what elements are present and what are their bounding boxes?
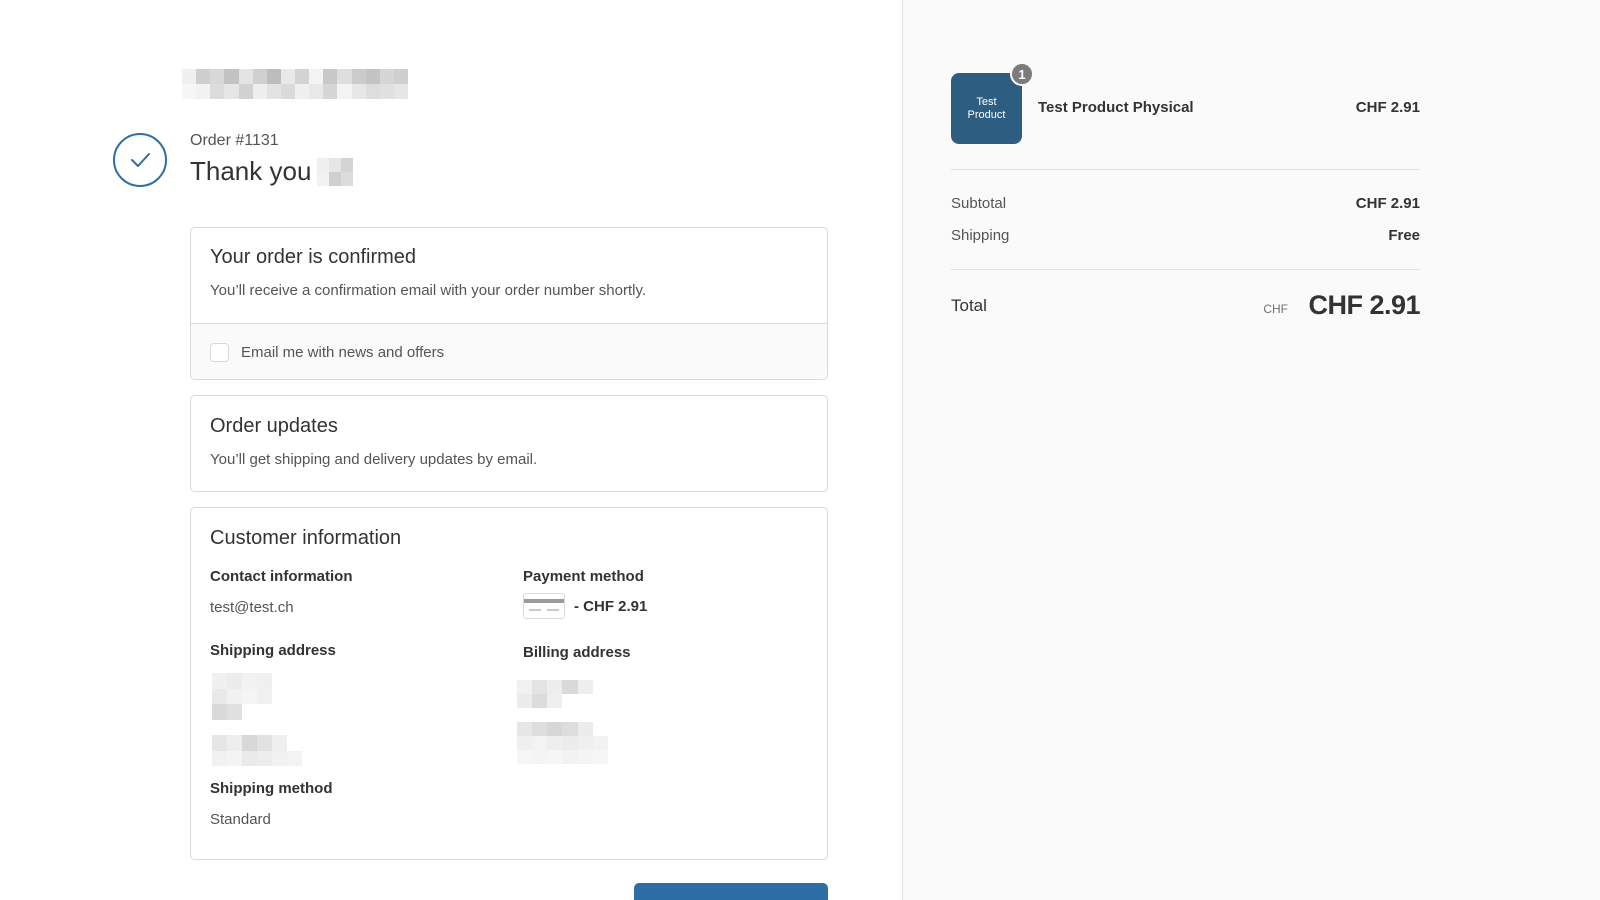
shipping-value: Free bbox=[1388, 227, 1420, 244]
billing-address-label: Billing address bbox=[523, 644, 631, 661]
product-price: CHF 2.91 bbox=[1355, 99, 1420, 116]
customer-information-title: Customer information bbox=[210, 527, 402, 549]
newsletter-checkbox[interactable] bbox=[210, 342, 229, 362]
order-number: Order #1131 bbox=[190, 132, 279, 149]
contact-email: test@test.ch bbox=[210, 599, 294, 616]
payment-amount: - CHF 2.91 bbox=[574, 597, 648, 615]
billing-address-redacted bbox=[517, 680, 623, 764]
shipping-address-redacted bbox=[212, 673, 302, 766]
thank-you-text: Thank you bbox=[190, 156, 312, 186]
main-content: Order #1131 Thank you Your order is conf… bbox=[0, 0, 902, 900]
total-divider bbox=[951, 269, 1420, 270]
order-updates-text: You’ll get shipping and delivery updates… bbox=[210, 451, 538, 468]
contact-information-label: Contact information bbox=[210, 568, 353, 585]
shipping-label: Shipping bbox=[951, 227, 1010, 244]
store-logo[interactable] bbox=[182, 69, 408, 99]
order-updates-title: Order updates bbox=[210, 415, 338, 437]
subtotal-value: CHF 2.91 bbox=[1355, 195, 1420, 212]
summary-divider bbox=[951, 169, 1420, 170]
product-name: Test Product Physical bbox=[1038, 99, 1194, 116]
checkmark-circle-icon bbox=[113, 133, 167, 187]
customer-name-redacted bbox=[317, 157, 354, 186]
total-value: CHF 2.91 bbox=[1308, 290, 1420, 320]
subtotal-label: Subtotal bbox=[951, 195, 1007, 212]
product-thumbnail: Test Product bbox=[951, 73, 1022, 144]
order-confirmed-title: Your order is confirmed bbox=[210, 246, 417, 268]
payment-method-label: Payment method bbox=[523, 568, 644, 585]
product-thumbnail-text: Test Product bbox=[967, 95, 1006, 121]
shipping-address-label: Shipping address bbox=[210, 642, 336, 659]
continue-shopping-button[interactable] bbox=[634, 883, 828, 900]
customer-information-card: Customer information Contact information… bbox=[190, 507, 828, 860]
shipping-method-value: Standard bbox=[210, 811, 271, 828]
newsletter-label[interactable]: Email me with news and offers bbox=[241, 344, 444, 361]
newsletter-row[interactable]: Email me with news and offers bbox=[191, 323, 827, 379]
order-updates-card: Order updates You’ll get shipping and de… bbox=[190, 395, 828, 492]
total-currency: CHF bbox=[1263, 302, 1288, 316]
order-confirmed-card: Your order is confirmed You’ll receive a… bbox=[190, 227, 828, 380]
quantity-badge: 1 bbox=[1010, 62, 1034, 86]
thank-you-heading: Thank you bbox=[190, 156, 354, 187]
shipping-method-label: Shipping method bbox=[210, 780, 333, 797]
credit-card-icon bbox=[523, 593, 565, 619]
order-confirmed-text: You’ll receive a confirmation email with… bbox=[210, 282, 647, 299]
total-label: Total bbox=[951, 296, 987, 315]
